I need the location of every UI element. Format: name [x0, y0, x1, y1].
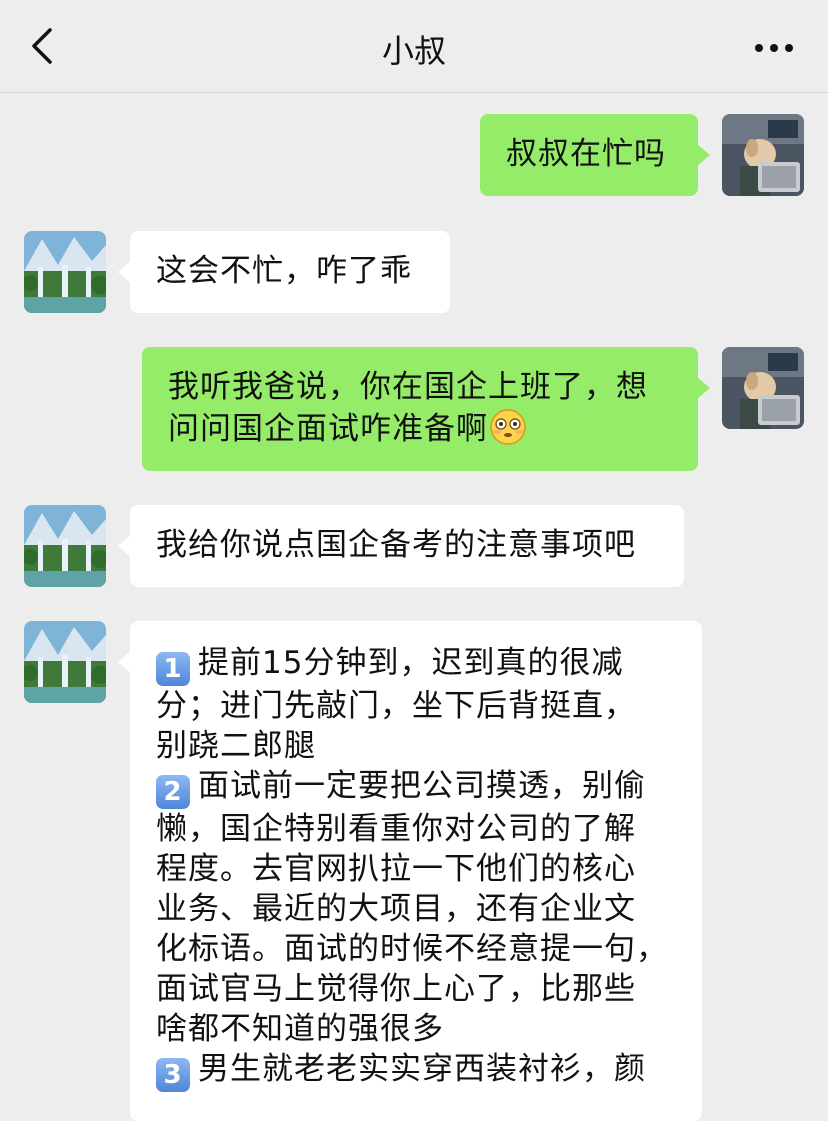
list-item-line: 分；进门先敲门，坐下后背挺直，	[156, 688, 636, 724]
waterfall-landscape-avatar-icon	[24, 231, 106, 313]
list-item-line: 程度。去官网扒拉一下他们的核心	[156, 851, 636, 887]
message-row: 这会不忙，咋了乖	[0, 231, 828, 315]
list-item-line: 业务、最近的大项目，还有企业文	[156, 891, 636, 927]
message-row: 叔叔在忙吗	[0, 114, 828, 198]
navigation-bar: 小叔	[0, 0, 828, 93]
my-avatar[interactable]	[722, 114, 804, 196]
more-button[interactable]	[750, 30, 798, 66]
message-row: 我给你说点国企备考的注意事项吧	[0, 505, 828, 589]
message-bubble[interactable]: 这会不忙，咋了乖	[118, 231, 450, 313]
message-text: 这会不忙，咋了乖	[156, 253, 412, 289]
chat-title: 小叔	[381, 32, 446, 70]
message-row: 1 提前15分钟到，迟到真的很减 分；进门先敲门，坐下后背挺直， 别跷二郎腿 2面…	[0, 621, 828, 1121]
message-text-line: 问问国企面试咋准备啊	[168, 411, 488, 447]
message-text: 叔叔在忙吗	[506, 136, 666, 172]
list-item-line: 2 面试前一定要把公司摸透，别偷	[156, 766, 676, 809]
message-bubble[interactable]: 1 提前15分钟到，迟到真的很减 分；进门先敲门，坐下后背挺直， 别跷二郎腿 2面…	[118, 621, 702, 1121]
dog-at-laptop-avatar-icon	[722, 114, 804, 196]
list-item-line: 懒，国企特别看重你对公司的了解	[156, 811, 636, 847]
message-text: 我给你说点国企备考的注意事项吧	[156, 527, 636, 563]
my-avatar[interactable]	[722, 347, 804, 429]
number-1-keycap-icon: 1	[156, 652, 190, 686]
dog-at-laptop-avatar-icon	[722, 347, 804, 429]
message-bubble[interactable]: 叔叔在忙吗	[480, 114, 710, 196]
number-3-keycap-icon: 3	[156, 1058, 190, 1092]
message-text-line: 我听我爸说，你在国企上班了，想	[168, 369, 648, 405]
message-bubble[interactable]: 我听我爸说，你在国企上班了，想 问问国企面试咋准备啊	[142, 347, 710, 471]
more-dots-icon	[755, 44, 793, 52]
list-item-line: 化标语。面试的时候不经意提一句，	[156, 931, 668, 967]
waterfall-landscape-avatar-icon	[24, 621, 106, 703]
list-item-line: 别跷二郎腿	[156, 728, 316, 764]
list-item-line: 面试官马上觉得你上心了，比那些	[156, 971, 636, 1007]
message-row: 我听我爸说，你在国企上班了，想 问问国企面试咋准备啊	[0, 347, 828, 471]
list-item-line: 啥都不知道的强很多	[156, 1011, 444, 1047]
flushed-face-emoji-icon	[490, 409, 526, 445]
number-2-keycap-icon: 2	[156, 775, 190, 809]
uncle-avatar[interactable]	[24, 231, 106, 313]
list-item-line: 3 男生就老老实实穿西装衬衫，颜	[156, 1049, 676, 1092]
uncle-avatar[interactable]	[24, 621, 106, 703]
list-item-line: 1 提前15分钟到，迟到真的很减	[156, 643, 676, 686]
waterfall-landscape-avatar-icon	[24, 505, 106, 587]
uncle-avatar[interactable]	[24, 505, 106, 587]
message-bubble[interactable]: 我给你说点国企备考的注意事项吧	[118, 505, 684, 587]
